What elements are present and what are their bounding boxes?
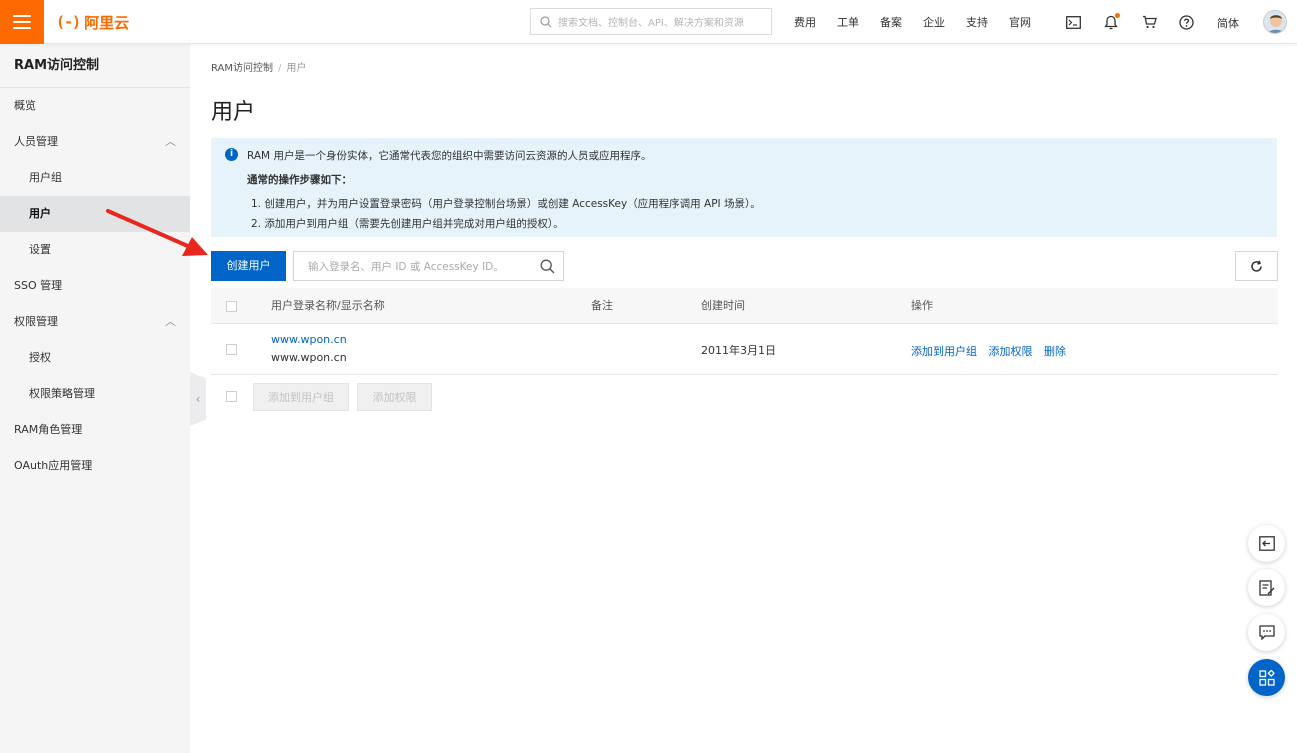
row-checkbox[interactable] — [226, 344, 237, 355]
sidebar-item-policies[interactable]: 权限策略管理 — [0, 376, 190, 412]
notification-dot — [1115, 13, 1120, 18]
breadcrumb-current: 用户 — [286, 63, 307, 74]
sidebar: RAM访问控制 概览 人员管理 ︿ 用户组 用户 设置 SSO 管理 权限管理 ︿ … — [0, 44, 190, 753]
table-row: www.wpon.cn www.wpon.cn 2011年3月1日 添加到用户组… — [211, 324, 1278, 375]
top-nav: 费用 工单 备案 企业 支持 官网 — [794, 0, 1052, 44]
sidebar-item-label: 权限策略管理 — [29, 387, 95, 400]
user-created-time: 2011年3月1日 — [701, 344, 776, 357]
refresh-button[interactable] — [1235, 251, 1278, 281]
table-footer: 添加到用户组 添加权限 — [211, 375, 1278, 415]
column-header-name: 用户登录名称/显示名称 — [271, 299, 385, 312]
add-permission-link[interactable]: 添加权限 — [989, 345, 1033, 358]
sidebar-item-label: 用户 — [29, 207, 51, 220]
nav-tickets[interactable]: 工单 — [837, 14, 859, 30]
main-content: RAM访问控制 / 用户 用户 i RAM 用户是一个身份实体，它通常代表您的组织中… — [190, 44, 1297, 753]
logo-mark: (-) — [56, 13, 81, 31]
float-feedback-button[interactable] — [1248, 614, 1285, 651]
delete-link[interactable]: 删除 — [1044, 345, 1066, 358]
sidebar-item-sso[interactable]: SSO 管理 — [0, 268, 190, 304]
sidebar-title: RAM访问控制 — [0, 44, 190, 88]
nav-fees[interactable]: 费用 — [794, 14, 816, 30]
sidebar-item-people[interactable]: 人员管理 ︿ — [0, 124, 190, 160]
float-apps-button[interactable] — [1248, 659, 1285, 696]
user-display-name: www.wpon.cn — [271, 351, 347, 364]
table-header: 用户登录名称/显示名称 备注 创建时间 操作 — [211, 288, 1278, 324]
sidebar-item-label: SSO 管理 — [14, 279, 63, 292]
float-collapse-button[interactable] — [1248, 525, 1285, 562]
notice-line: RAM 用户是一个身份实体，它通常代表您的组织中需要访问云资源的人员或应用程序。 — [247, 150, 652, 162]
create-user-button[interactable]: 创建用户 — [211, 251, 286, 281]
logo-text: 阿里云 — [84, 13, 130, 32]
nav-official-site[interactable]: 官网 — [1009, 14, 1031, 30]
notice-line: 1. 创建用户，并为用户设置登录密码（用户登录控制台场景）或创建 AccessK… — [251, 198, 761, 210]
chat-icon — [1258, 625, 1275, 640]
info-notice: i RAM 用户是一个身份实体，它通常代表您的组织中需要访问云资源的人员或应用程… — [211, 138, 1277, 237]
column-header-note: 备注 — [591, 299, 613, 312]
sidebar-item-ram-roles[interactable]: RAM角色管理 — [0, 412, 190, 448]
breadcrumb: RAM访问控制 / 用户 — [211, 59, 306, 74]
sidebar-item-label: 设置 — [29, 243, 51, 256]
search-icon — [540, 15, 552, 27]
avatar[interactable] — [1263, 10, 1287, 34]
cart-icon[interactable] — [1140, 13, 1158, 31]
info-icon: i — [225, 148, 238, 161]
annotation-arrow — [106, 209, 208, 256]
sidebar-item-label: OAuth应用管理 — [14, 459, 93, 472]
sidebar-item-label: 授权 — [29, 351, 51, 364]
users-table: 用户登录名称/显示名称 备注 创建时间 操作 www.wpon.cn www.w… — [211, 288, 1278, 415]
bell-icon[interactable] — [1102, 13, 1120, 31]
chevron-up-icon: ︿ — [165, 135, 176, 148]
add-to-group-link[interactable]: 添加到用户组 — [911, 345, 977, 358]
float-notes-button[interactable] — [1248, 569, 1285, 606]
sidebar-item-permissions[interactable]: 权限管理 ︿ — [0, 304, 190, 340]
nav-icp[interactable]: 备案 — [880, 14, 902, 30]
sidebar-item-label: 人员管理 — [14, 135, 58, 148]
panel-exit-icon — [1258, 536, 1275, 551]
menu-icon[interactable] — [0, 0, 44, 44]
search-icon[interactable] — [540, 259, 555, 274]
notes-edit-icon — [1258, 579, 1274, 596]
top-bar: (-) 阿里云 搜索文档、控制台、API、解决方案和资源 费用 工单 备案 企业… — [0, 0, 1297, 44]
sidebar-item-user-groups[interactable]: 用户组 — [0, 160, 190, 196]
sidebar-item-label: 权限管理 — [14, 315, 58, 328]
sidebar-item-label: RAM角色管理 — [14, 423, 83, 436]
terminal-icon[interactable] — [1064, 13, 1082, 31]
page-title: 用户 — [211, 100, 256, 125]
sidebar-item-oauth[interactable]: OAuth应用管理 — [0, 448, 190, 484]
global-search-input[interactable]: 搜索文档、控制台、API、解决方案和资源 — [530, 8, 772, 35]
chevron-up-icon: ︿ — [165, 315, 176, 328]
batch-add-permission-button[interactable]: 添加权限 — [357, 383, 432, 411]
nav-support[interactable]: 支持 — [966, 14, 988, 30]
breadcrumb-root[interactable]: RAM访问控制 — [211, 63, 273, 74]
user-search-input[interactable]: 输入登录名、用户 ID 或 AccessKey ID。 — [293, 251, 564, 281]
global-search-placeholder: 搜索文档、控制台、API、解决方案和资源 — [558, 18, 744, 29]
sidebar-item-grants[interactable]: 授权 — [0, 340, 190, 376]
batch-add-to-group-button[interactable]: 添加到用户组 — [253, 383, 349, 411]
user-login-name-link[interactable]: www.wpon.cn — [271, 333, 347, 346]
breadcrumb-separator: / — [278, 63, 282, 74]
select-all-checkbox[interactable] — [226, 301, 237, 312]
column-header-created: 创建时间 — [701, 299, 745, 312]
notice-line: 通常的操作步骤如下： — [247, 174, 352, 186]
apps-grid-icon — [1258, 669, 1275, 686]
row-actions: 添加到用户组 添加权限 删除 — [911, 343, 1074, 359]
refresh-icon — [1251, 260, 1262, 272]
sidebar-item-label: 用户组 — [29, 171, 62, 184]
aliyun-logo[interactable]: (-) 阿里云 — [56, 11, 129, 33]
sidebar-item-label: 概览 — [14, 99, 36, 112]
language-switch[interactable]: 简体 — [1217, 15, 1239, 31]
user-search-placeholder: 输入登录名、用户 ID 或 AccessKey ID。 — [308, 260, 504, 273]
column-header-actions: 操作 — [911, 299, 933, 312]
nav-enterprise[interactable]: 企业 — [923, 14, 945, 30]
sidebar-item-overview[interactable]: 概览 — [0, 88, 190, 124]
help-icon[interactable] — [1177, 13, 1195, 31]
notice-line: 2. 添加用户到用户组（需要先创建用户组并完成对用户组的授权）。 — [251, 218, 564, 230]
footer-select-all-checkbox[interactable] — [226, 391, 237, 402]
